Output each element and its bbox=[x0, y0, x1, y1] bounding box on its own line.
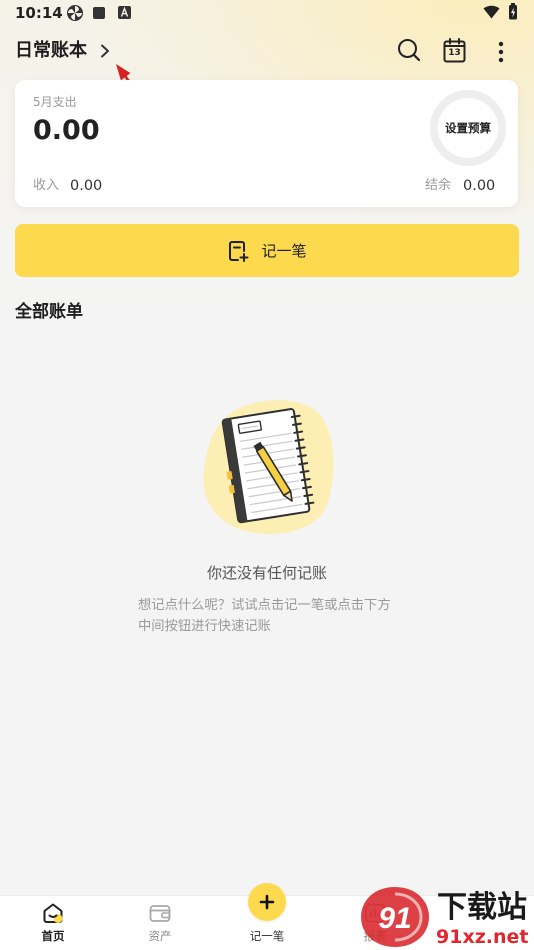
ledger-selector[interactable]: 日常账本 bbox=[15, 38, 110, 64]
set-budget-button[interactable]: 设置预算 bbox=[426, 86, 510, 170]
record-button-label: 记一笔 bbox=[261, 241, 307, 260]
calendar-day: 13 bbox=[448, 48, 461, 58]
calendar-button[interactable]: 13 bbox=[443, 38, 466, 63]
nav-item-assets[interactable]: 资产 bbox=[120, 896, 200, 950]
nav-item-reports[interactable]: 报表 bbox=[335, 896, 415, 950]
pinwheel-icon bbox=[67, 5, 83, 21]
balance-label: 结余 bbox=[425, 178, 452, 193]
add-record-icon bbox=[229, 240, 249, 262]
income-label: 收入 bbox=[33, 178, 60, 193]
report-icon bbox=[365, 903, 385, 923]
nav-item-home[interactable]: 首页 bbox=[13, 896, 93, 950]
expense-amount: 0.00 bbox=[33, 115, 100, 146]
section-title: 全部账单 bbox=[15, 302, 83, 322]
search-icon bbox=[398, 39, 421, 62]
app-screen: 10:14 日常账本 13 5月支出 0.00 设置预算 收入 0.00 结余 … bbox=[0, 0, 534, 950]
battery-charging-icon bbox=[509, 3, 517, 20]
income-amount: 0.00 bbox=[70, 178, 103, 194]
square-icon bbox=[93, 7, 105, 19]
empty-state-description: 想记点什么呢？试试点击记一笔或点击下方 中间按钮进行快速记账 bbox=[138, 595, 400, 637]
plus-icon bbox=[259, 894, 275, 910]
nav-label: 资产 bbox=[148, 929, 172, 943]
nav-label: 首页 bbox=[41, 929, 65, 943]
summary-card: 5月支出 0.00 设置预算 收入 0.00 结余 0.00 bbox=[15, 80, 518, 207]
search-button[interactable] bbox=[396, 37, 422, 63]
nav-label: 报表 bbox=[363, 929, 387, 943]
record-button[interactable]: 记一笔 bbox=[15, 224, 519, 277]
a-letter-icon bbox=[118, 6, 131, 19]
more-button[interactable] bbox=[494, 39, 508, 65]
empty-state-description-line: 中间按钮进行快速记账 bbox=[138, 619, 271, 634]
empty-state-title: 你还没有任何记账 bbox=[206, 564, 327, 582]
status-time: 10:14 bbox=[15, 4, 63, 22]
notebook-pencil-icon bbox=[203, 400, 334, 534]
expense-label: 5月支出 bbox=[33, 95, 77, 109]
balance-amount: 0.00 bbox=[463, 178, 496, 194]
quick-add-button[interactable] bbox=[248, 883, 286, 921]
wallet-icon bbox=[149, 905, 171, 922]
wifi-icon bbox=[483, 5, 500, 19]
more-vertical-icon bbox=[498, 41, 504, 63]
nav-label: 记一笔 bbox=[249, 929, 285, 943]
home-icon bbox=[43, 903, 63, 923]
ledger-name: 日常账本 bbox=[15, 40, 87, 61]
empty-state-description-line: 想记点什么呢？试试点击记一笔或点击下方 bbox=[138, 598, 391, 613]
set-budget-label: 设置预算 bbox=[445, 121, 491, 135]
